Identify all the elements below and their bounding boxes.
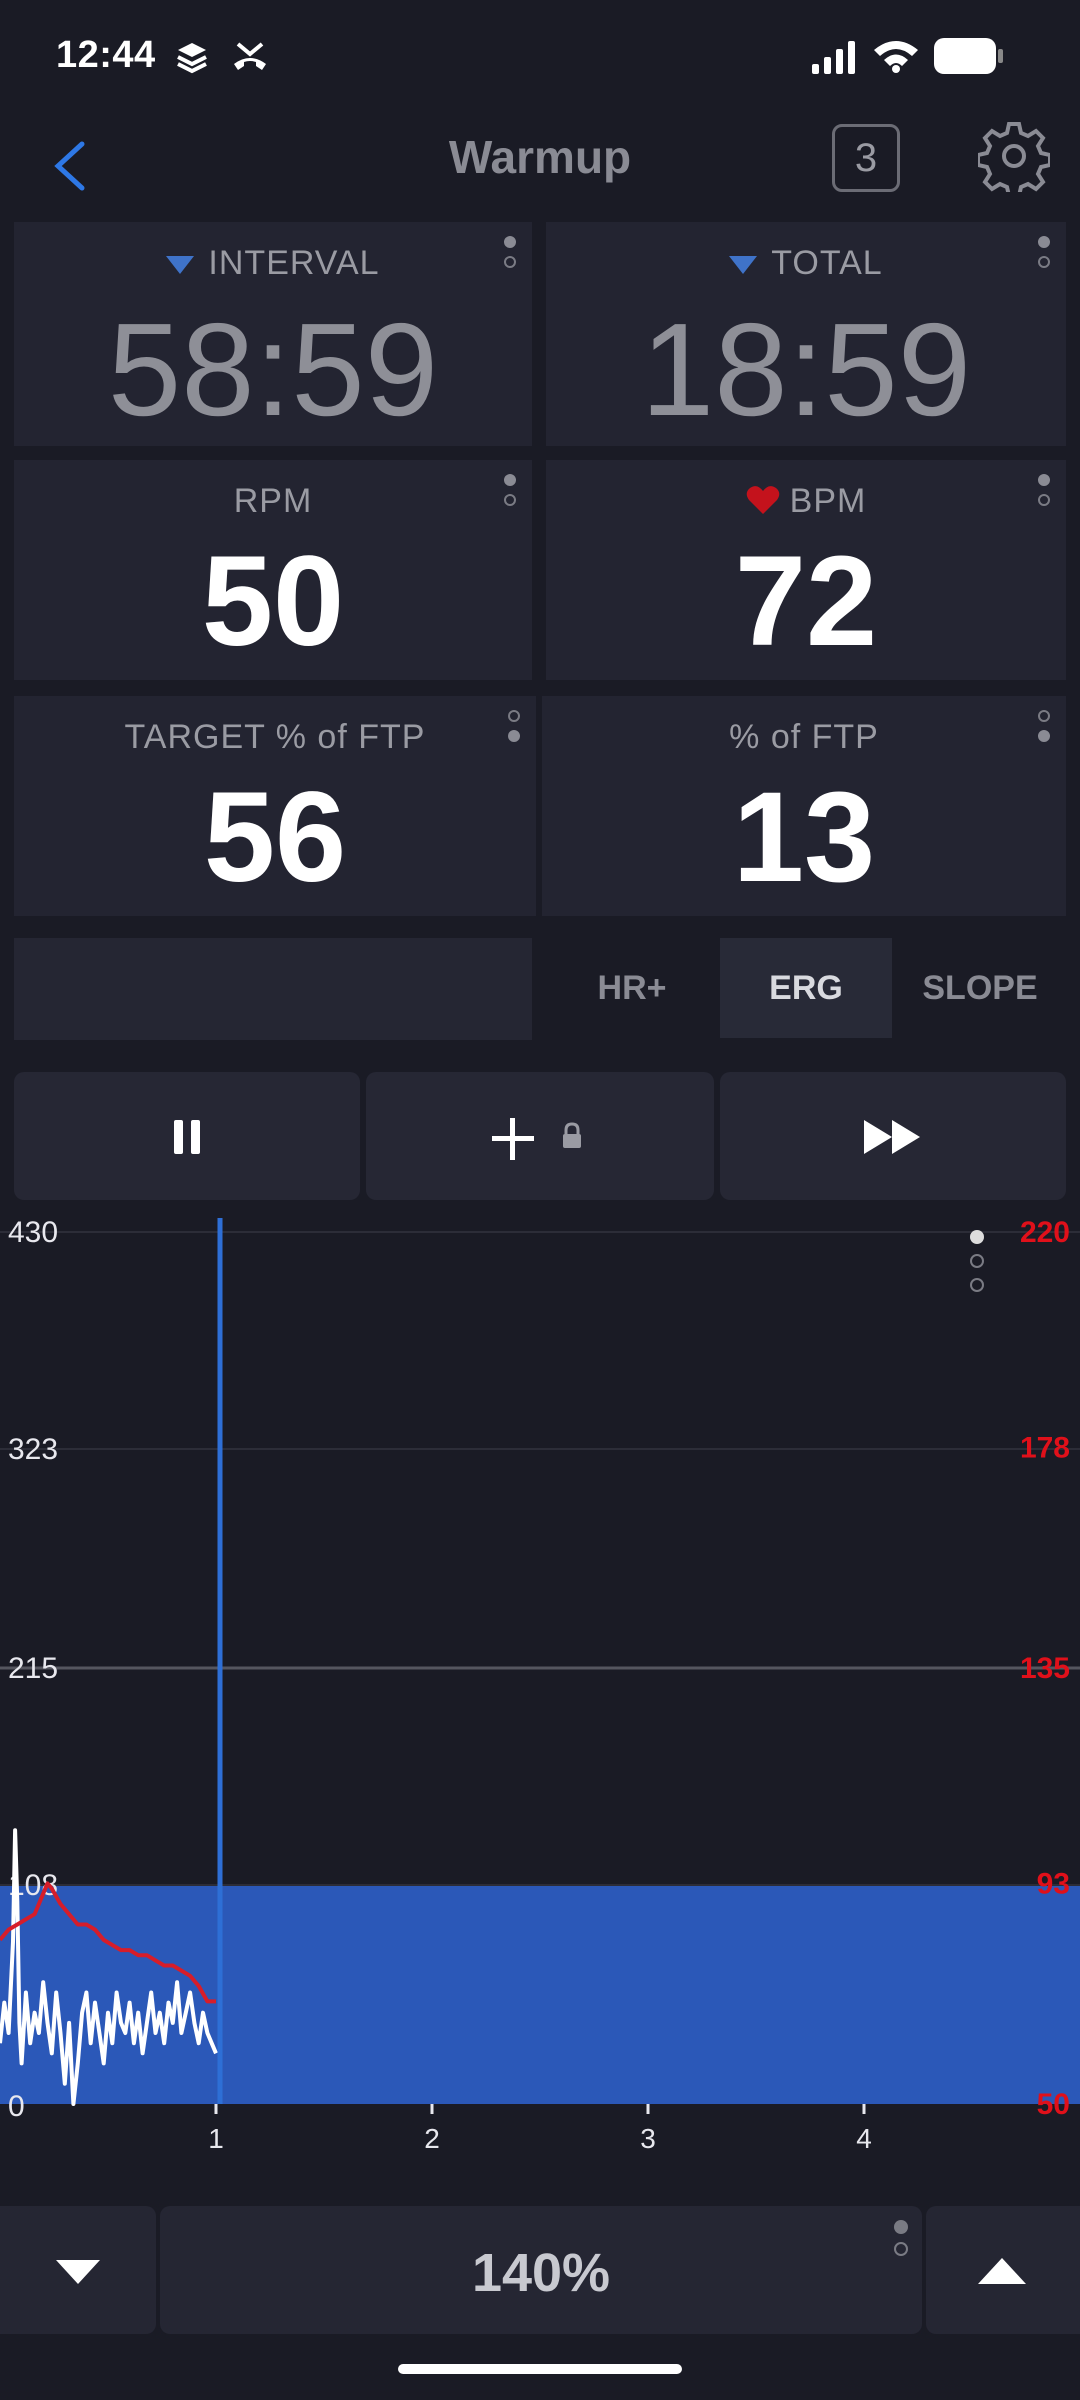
empty-info-panel bbox=[14, 938, 532, 1040]
workout-chart[interactable]: 430323215108022017813593501 2 3 4 bbox=[0, 1216, 1080, 2196]
intensity-value: 140% bbox=[471, 2243, 611, 2303]
left-tick-label: 0 bbox=[8, 2090, 25, 2123]
tile-page-dots bbox=[1038, 236, 1054, 276]
left-tick-label: 430 bbox=[8, 1216, 58, 1249]
x-tick-label: 2 bbox=[424, 2123, 440, 2154]
home-indicator[interactable] bbox=[398, 2364, 682, 2374]
missed-call-icon bbox=[234, 42, 266, 70]
intensity-panel: 140% bbox=[160, 2206, 922, 2334]
tile-page-dots bbox=[508, 710, 524, 750]
total-value: 18:59 bbox=[640, 296, 972, 443]
right-tick-label: 50 bbox=[1037, 2088, 1070, 2121]
mode-slope[interactable]: SLOPE bbox=[894, 938, 1066, 1038]
target-ftp-value: 56 bbox=[203, 766, 347, 909]
triangle-down-icon bbox=[56, 2260, 100, 2284]
x-tick-label: 3 bbox=[640, 2123, 656, 2154]
intensity-page-dots bbox=[894, 2220, 908, 2264]
interval-tile[interactable]: INTERVAL 58:59 bbox=[14, 222, 532, 446]
right-tick-label: 93 bbox=[1037, 1867, 1070, 1900]
settings-gear-icon[interactable] bbox=[978, 120, 1050, 192]
interval-count-badge[interactable]: 3 bbox=[832, 124, 900, 192]
mode-hr-plus[interactable]: HR+ bbox=[546, 938, 718, 1038]
rpm-tile[interactable]: RPM 50 bbox=[14, 460, 532, 680]
app-stack-icon bbox=[177, 43, 207, 74]
fast-forward-icon bbox=[864, 1120, 920, 1154]
interval-value: 58:59 bbox=[107, 296, 439, 443]
countdown-down-icon bbox=[729, 256, 758, 275]
right-tick-label: 178 bbox=[1020, 1431, 1070, 1464]
bpm-tile[interactable]: BPM 72 bbox=[546, 460, 1066, 680]
triangle-up-icon bbox=[978, 2258, 1026, 2284]
target-ftp-label: TARGET % of FTP bbox=[124, 718, 426, 756]
pause-icon bbox=[174, 1120, 200, 1154]
signal-icon bbox=[812, 41, 855, 74]
pause-button[interactable] bbox=[14, 1072, 360, 1200]
x-tick-label: 4 bbox=[856, 2123, 872, 2154]
chart-page-dots bbox=[970, 1230, 990, 1300]
decrease-intensity-button[interactable] bbox=[0, 2206, 156, 2334]
mode-erg[interactable]: ERG bbox=[720, 938, 892, 1038]
heart-icon bbox=[746, 486, 779, 514]
countdown-down-icon bbox=[166, 256, 195, 275]
wifi-icon bbox=[874, 41, 918, 73]
bpm-value: 72 bbox=[734, 530, 878, 673]
rpm-label: RPM bbox=[233, 482, 313, 520]
interval-label: INTERVAL bbox=[208, 244, 380, 282]
tile-page-dots bbox=[504, 236, 520, 276]
page-title: Warmup bbox=[448, 131, 632, 183]
left-tick-label: 323 bbox=[8, 1433, 58, 1466]
lock-icon bbox=[563, 1122, 581, 1148]
ftp-label: % of FTP bbox=[729, 718, 879, 756]
target-power-block bbox=[0, 1884, 1080, 2104]
target-ftp-tile[interactable]: TARGET % of FTP 56 bbox=[14, 696, 536, 916]
ftp-tile[interactable]: % of FTP 13 bbox=[542, 696, 1066, 916]
status-time: 12:44 bbox=[56, 34, 156, 76]
ftp-value: 13 bbox=[732, 766, 876, 909]
total-label: TOTAL bbox=[771, 244, 883, 282]
x-tick-label: 1 bbox=[208, 2123, 224, 2154]
add-interval-button[interactable] bbox=[366, 1072, 714, 1200]
tile-page-dots bbox=[504, 474, 520, 514]
bpm-label: BPM bbox=[789, 482, 867, 520]
skip-forward-button[interactable] bbox=[720, 1072, 1066, 1200]
tile-page-dots bbox=[1038, 474, 1054, 514]
rpm-value: 50 bbox=[201, 530, 345, 673]
right-tick-label: 135 bbox=[1020, 1652, 1070, 1685]
left-tick-label: 215 bbox=[8, 1652, 58, 1685]
tile-page-dots bbox=[1038, 710, 1054, 750]
battery-icon bbox=[934, 38, 1003, 74]
plus-icon bbox=[492, 1118, 534, 1160]
increase-intensity-button[interactable] bbox=[926, 2206, 1080, 2334]
total-tile[interactable]: TOTAL 18:59 bbox=[546, 222, 1066, 446]
right-tick-label: 220 bbox=[1020, 1216, 1070, 1249]
